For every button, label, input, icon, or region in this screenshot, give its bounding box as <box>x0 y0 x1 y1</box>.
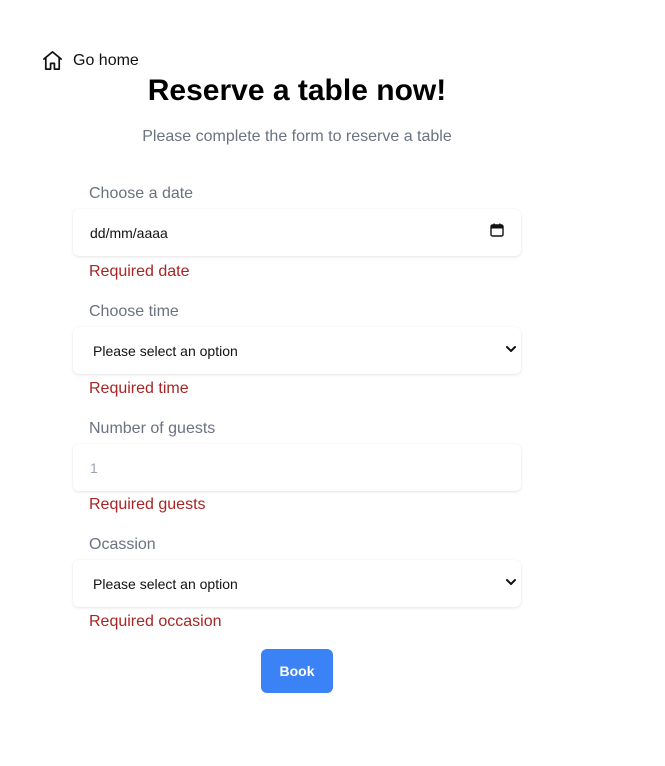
time-select[interactable]: Please select an option <box>73 327 521 374</box>
home-icon <box>41 49 64 72</box>
reservation-page: Go home Reserve a table now! Please comp… <box>0 0 665 766</box>
book-button[interactable]: Book <box>261 649 333 693</box>
chevron-down-icon <box>505 342 517 360</box>
calendar-icon[interactable] <box>490 223 504 242</box>
go-home-label: Go home <box>73 51 139 69</box>
date-label: Choose a date <box>89 185 194 202</box>
date-error: Required date <box>89 263 190 280</box>
occasion-label: Ocassion <box>89 536 156 553</box>
occasion-error: Required occasion <box>89 613 222 630</box>
date-input[interactable]: dd/mm/aaaa <box>73 209 521 256</box>
time-error: Required time <box>89 380 189 397</box>
date-input-value: dd/mm/aaaa <box>90 224 168 241</box>
page-subtitle: Please complete the form to reserve a ta… <box>142 128 452 145</box>
guests-error: Required guests <box>89 496 206 513</box>
go-home-link[interactable]: Go home <box>41 49 139 72</box>
chevron-down-icon <box>505 575 517 593</box>
guests-input[interactable]: 1 <box>73 444 521 491</box>
occasion-select-value: Please select an option <box>93 575 238 592</box>
occasion-select[interactable]: Please select an option <box>73 560 521 607</box>
page-title: Reserve a table now! <box>147 74 447 107</box>
time-label: Choose time <box>89 303 179 320</box>
guests-input-placeholder: 1 <box>90 459 98 476</box>
time-select-value: Please select an option <box>93 342 238 359</box>
guests-label: Number of guests <box>89 420 216 437</box>
